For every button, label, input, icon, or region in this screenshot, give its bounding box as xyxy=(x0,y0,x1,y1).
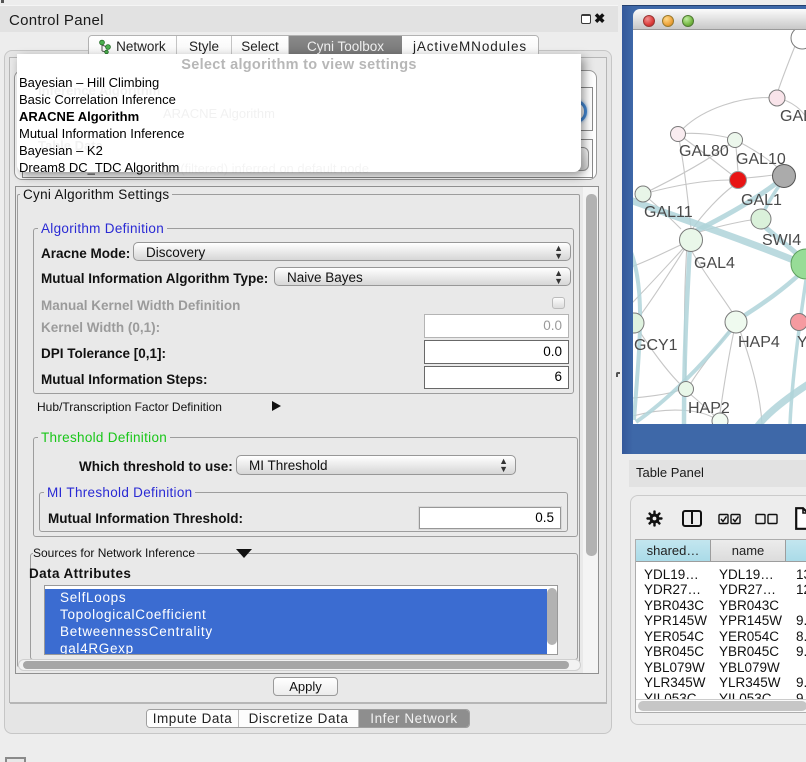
svg-text:HAP2: HAP2 xyxy=(688,400,730,417)
svg-text:GAL11: GAL11 xyxy=(644,204,693,221)
svg-text:GAL10: GAL10 xyxy=(736,151,786,168)
svg-text:Y: Y xyxy=(797,334,806,351)
svg-text:GAL1: GAL1 xyxy=(741,192,782,209)
svg-text:GAL4: GAL4 xyxy=(694,255,735,272)
svg-text:GAL: GAL xyxy=(780,108,806,125)
svg-text:GAL80: GAL80 xyxy=(679,143,729,160)
svg-text:SWI4: SWI4 xyxy=(762,232,801,249)
svg-text:HAP4: HAP4 xyxy=(738,334,780,351)
svg-text:GCY1: GCY1 xyxy=(634,337,678,354)
